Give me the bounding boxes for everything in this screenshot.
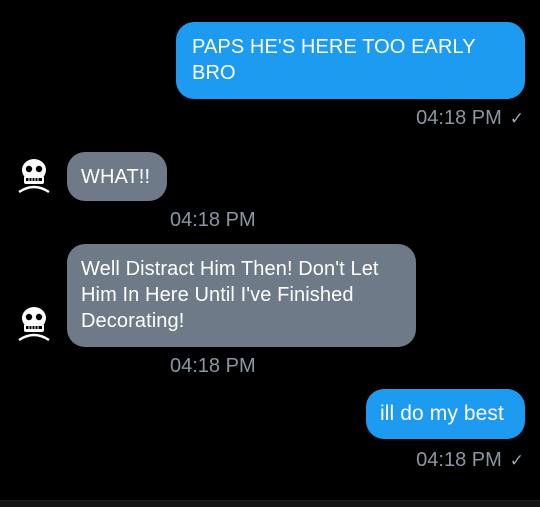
message-timestamp: 04:18 PM: [170, 209, 256, 231]
message-timestamp: 04:18 PM: [170, 355, 256, 377]
message-text: ill do my best: [380, 402, 504, 425]
message-text: WHAT!!: [81, 166, 151, 188]
incoming-message-bubble[interactable]: WHAT!!: [67, 152, 167, 201]
message-timestamp: 04:18 PM ✓: [416, 107, 524, 129]
message-timestamp: 04:18 PM ✓: [416, 449, 524, 471]
check-icon: ✓: [509, 451, 524, 470]
outgoing-message-bubble[interactable]: ill do my best: [366, 389, 525, 439]
outgoing-message-bubble[interactable]: PAPS HE'S HERE TOO EARLY BRO: [176, 22, 525, 99]
message-thread: PAPS HE'S HERE TOO EARLY BRO 04:18 PM ✓ W…: [0, 0, 540, 500]
incoming-message-bubble[interactable]: Well Distract Him Then! Don't Let Him In…: [67, 244, 416, 347]
check-icon: ✓: [509, 109, 524, 128]
message-text: Well Distract Him Then! Don't Let Him In…: [81, 258, 379, 332]
skull-avatar-icon[interactable]: [15, 304, 53, 342]
skull-avatar-icon[interactable]: [15, 156, 53, 194]
bottom-divider: [0, 500, 540, 507]
message-text: PAPS HE'S HERE TOO EARLY BRO: [192, 36, 476, 84]
